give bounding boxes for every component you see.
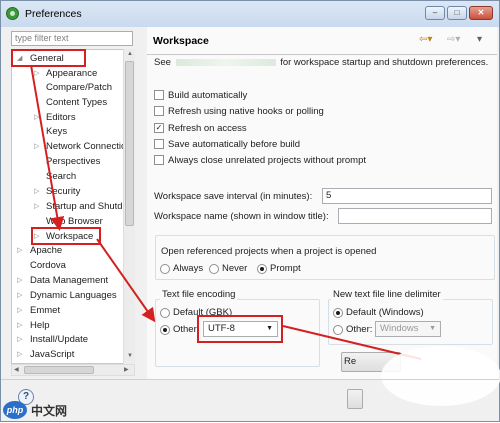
preferences-window: Preferences – □ ✕ type filter text ◢ Gen…: [0, 0, 500, 422]
watermark: php 中文网: [1, 399, 93, 423]
arrow-line: [96, 238, 156, 323]
watermark-text: 中文网: [31, 404, 68, 418]
blur-patch: [381, 346, 500, 406]
ok-button[interactable]: [347, 389, 363, 409]
divider: [1, 379, 499, 380]
annotation-arrows: [30, 64, 500, 406]
php-logo-icon: php: [3, 401, 27, 419]
arrow-line: [30, 64, 65, 231]
